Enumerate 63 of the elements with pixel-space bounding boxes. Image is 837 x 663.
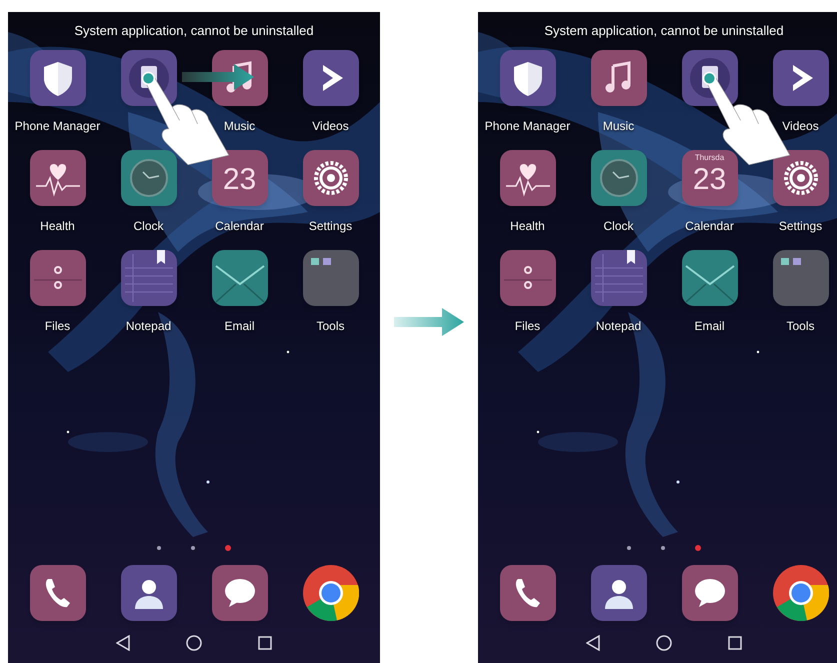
shield-app-icon[interactable] xyxy=(500,50,556,106)
browser-app-icon[interactable] xyxy=(772,565,828,621)
folder-app-icon[interactable] xyxy=(30,250,86,306)
back-icon[interactable] xyxy=(586,635,600,651)
app-label: Calendar xyxy=(685,219,734,234)
app-label: Clock xyxy=(603,219,634,234)
home-icon[interactable] xyxy=(186,635,202,651)
calendar-app-icon[interactable]: Thursda 23 xyxy=(682,150,738,206)
chat-app-icon[interactable] xyxy=(682,565,738,621)
music-note-app-icon[interactable] xyxy=(590,50,646,106)
gear-app-icon[interactable] xyxy=(772,150,828,206)
arrow-icon xyxy=(394,306,464,338)
clock-app-icon[interactable] xyxy=(120,150,176,206)
app-label: Calendar xyxy=(215,219,264,234)
contact-app-icon[interactable] xyxy=(590,565,646,621)
envelope-app-icon[interactable] xyxy=(212,250,268,306)
contact-app-icon[interactable] xyxy=(120,565,176,621)
heart-app-icon[interactable] xyxy=(30,150,86,206)
calendar-date: 23 xyxy=(692,163,726,197)
calendar-app-icon[interactable]: 23 xyxy=(212,150,268,206)
app-label: Phone Manager xyxy=(484,119,570,134)
phone-app-icon[interactable] xyxy=(30,565,86,621)
app-label: Phone Manager xyxy=(14,119,100,134)
app-label: Settings xyxy=(308,219,352,234)
app-label: Notepad xyxy=(126,319,172,334)
play-app-icon[interactable] xyxy=(302,50,358,106)
app-label: Health xyxy=(40,219,75,234)
heart-app-icon[interactable] xyxy=(500,150,556,206)
notepad-app-icon[interactable] xyxy=(590,250,646,306)
app-label: Email xyxy=(694,319,724,334)
app-label: Music xyxy=(224,119,256,134)
phone-app-icon[interactable] xyxy=(500,565,556,621)
app-label: Health xyxy=(510,219,545,234)
weekday-text: Thursda xyxy=(694,153,724,163)
recent-apps-icon[interactable] xyxy=(258,636,272,650)
play-app-icon[interactable] xyxy=(772,50,828,106)
recent-apps-icon[interactable] xyxy=(728,636,742,650)
app-label: Music xyxy=(602,119,634,134)
chat-app-icon[interactable] xyxy=(212,565,268,621)
clock-app-icon[interactable] xyxy=(590,150,646,206)
app-label: Files xyxy=(44,319,70,334)
app-label: Email xyxy=(224,319,254,334)
notice-text: System application, cannot be uninstalled xyxy=(74,23,314,40)
gear-app-icon[interactable] xyxy=(302,150,358,206)
shield-app-icon[interactable] xyxy=(30,50,86,106)
app-label: Videos xyxy=(312,119,349,134)
calendar-date: 23 xyxy=(222,163,256,197)
app-label: Files xyxy=(514,319,540,334)
app-label: Tools xyxy=(316,319,344,334)
app-label: Settings xyxy=(778,219,822,234)
app-label: Tools xyxy=(786,319,814,334)
folder-app-icon[interactable] xyxy=(772,250,828,306)
folder-app-icon[interactable] xyxy=(500,250,556,306)
home-icon[interactable] xyxy=(656,635,672,651)
app-label: Videos xyxy=(782,119,819,134)
app-label: Notepad xyxy=(596,319,642,334)
notice-text: System application, cannot be uninstalled xyxy=(544,23,784,40)
back-icon[interactable] xyxy=(116,635,130,651)
notepad-app-icon[interactable] xyxy=(120,250,176,306)
browser-app-icon[interactable] xyxy=(302,565,358,621)
envelope-app-icon[interactable] xyxy=(682,250,738,306)
folder-app-icon[interactable] xyxy=(302,250,358,306)
app-label: Clock xyxy=(133,219,164,234)
